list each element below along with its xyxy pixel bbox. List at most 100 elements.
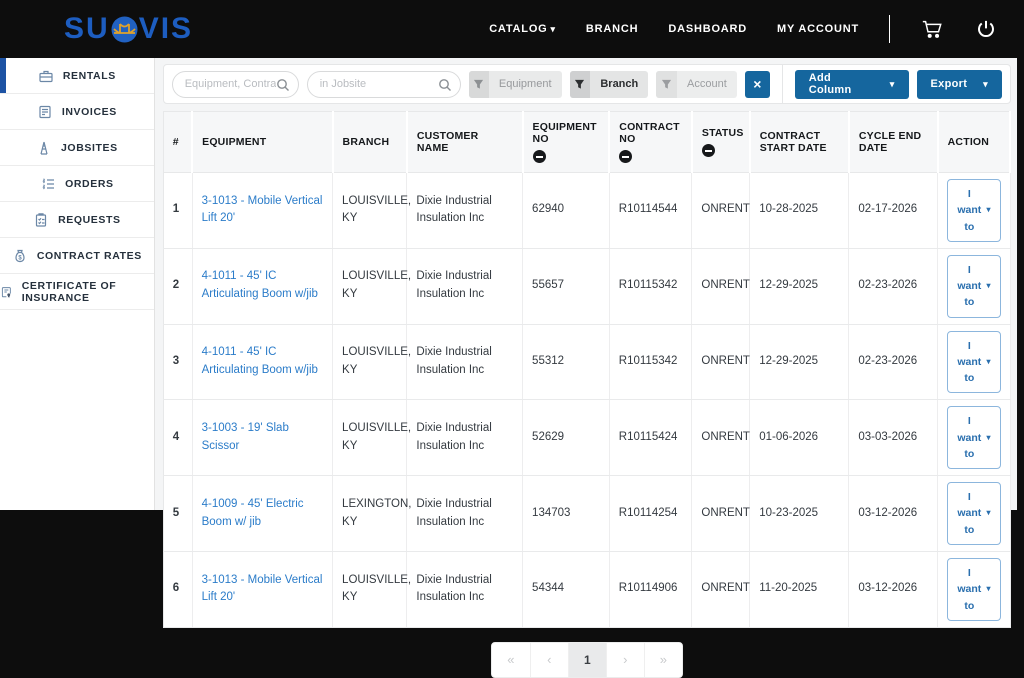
filter-chip-label: Branch bbox=[600, 78, 639, 90]
cart-icon[interactable] bbox=[920, 17, 944, 41]
nav-my-account[interactable]: MY ACCOUNT bbox=[777, 23, 859, 35]
sidebar-item-jobsites[interactable]: JOBSITES bbox=[0, 130, 154, 166]
nav-branch[interactable]: BRANCH bbox=[586, 23, 638, 35]
pagination-first-button[interactable]: « bbox=[491, 642, 530, 677]
start-date-cell: 12-29-2025 bbox=[749, 324, 850, 401]
sidebar-item-label: JOBSITES bbox=[60, 141, 118, 154]
chevron-down-icon: ▾ bbox=[889, 78, 895, 89]
filter-chip-equipment[interactable]: Equipment bbox=[468, 70, 562, 98]
i-want-to-button[interactable]: I want to ▾ bbox=[947, 406, 1001, 470]
equipment-link[interactable]: 4-1011 - 45' IC Articulating Boom w/jib bbox=[202, 346, 318, 376]
export-button[interactable]: Export ▾ bbox=[916, 69, 1002, 99]
pagination-page-1[interactable]: 1 bbox=[567, 642, 606, 677]
nav-catalog[interactable]: CATALOG ▾ bbox=[489, 23, 556, 35]
col-header-branch: BRANCH bbox=[332, 111, 408, 173]
sidebar-item-invoices[interactable]: INVOICES bbox=[0, 94, 154, 130]
power-icon[interactable] bbox=[974, 17, 998, 41]
branch-cell: LEXINGTON, KY bbox=[332, 475, 412, 552]
cycle-end-date-cell: 03-12-2026 bbox=[848, 475, 939, 552]
chevron-down-icon: ▾ bbox=[550, 24, 556, 34]
contract-no-cell: R10115342 bbox=[609, 248, 693, 325]
equipment-no-cell: 62940 bbox=[522, 172, 610, 249]
invoices-icon bbox=[39, 105, 51, 118]
sidebar-item-orders[interactable]: ORDERS bbox=[0, 166, 154, 202]
col-header-index: # bbox=[163, 111, 194, 173]
equipment-link[interactable]: 3-1013 - Mobile Vertical Lift 20' bbox=[202, 195, 323, 225]
table-row: 6 3-1013 - Mobile Vertical Lift 20' LOUI… bbox=[163, 551, 1011, 628]
toolbar-divider bbox=[781, 64, 783, 104]
certificate-icon bbox=[1, 286, 11, 298]
i-want-to-button[interactable]: I want to ▾ bbox=[947, 482, 1001, 545]
row-index: 4 bbox=[163, 399, 193, 477]
col-header-action: ACTION bbox=[937, 111, 1012, 173]
filter-chip-label: Equipment bbox=[498, 78, 552, 90]
jobsite-search bbox=[306, 70, 461, 98]
sidebar-item-certificate-of-insurance[interactable]: CERTIFICATE OF INSURANCE bbox=[0, 274, 154, 310]
customer-cell: Dixie Industrial Insulation Inc bbox=[406, 399, 524, 477]
table-row: 1 3-1013 - Mobile Vertical Lift 20' LOUI… bbox=[163, 172, 1011, 249]
sidebar-item-label: INVOICES bbox=[61, 105, 117, 118]
equipment-link[interactable]: 4-1011 - 45' IC Articulating Boom w/jib bbox=[202, 270, 318, 300]
pagination-next-button[interactable]: › bbox=[605, 642, 644, 677]
equipment-link[interactable]: 3-1003 - 19' Slab Scissor bbox=[202, 422, 289, 452]
i-want-to-button[interactable]: I want to ▾ bbox=[947, 179, 1001, 242]
filter-toolbar: Equipment Branch Account × Add Column ▾ … bbox=[162, 64, 1011, 104]
col-header-equipment: EQUIPMENT bbox=[192, 111, 334, 173]
contract-no-cell: R10114906 bbox=[609, 551, 693, 628]
pagination: « ‹ 1 › » bbox=[163, 641, 1011, 678]
chevron-down-icon: ▾ bbox=[986, 356, 991, 366]
sidebar-item-label: CONTRACT RATES bbox=[36, 249, 142, 262]
i-want-to-button[interactable]: I want to ▾ bbox=[947, 254, 1001, 318]
i-want-to-button[interactable]: I want to ▾ bbox=[947, 330, 1001, 394]
cycle-end-date-cell: 03-03-2026 bbox=[848, 399, 939, 477]
status-cell: ONRENT bbox=[691, 551, 751, 628]
column-filter-minus-icon[interactable] bbox=[532, 150, 546, 163]
funnel-icon bbox=[474, 79, 484, 89]
sidebar-item-label: CERTIFICATE OF INSURANCE bbox=[21, 279, 117, 304]
sidebar-item-contract-rates[interactable]: $ CONTRACT RATES bbox=[0, 238, 154, 274]
add-column-button[interactable]: Add Column ▾ bbox=[794, 69, 909, 99]
clear-filters-button[interactable]: × bbox=[744, 70, 770, 98]
customer-cell: Dixie Industrial Insulation Inc bbox=[406, 324, 524, 401]
branch-cell: LOUISVILLE, KY bbox=[332, 551, 411, 628]
chevron-down-icon: ▾ bbox=[986, 508, 991, 518]
column-filter-minus-icon[interactable] bbox=[619, 150, 633, 163]
nav-dashboard[interactable]: DASHBOARD bbox=[668, 23, 747, 35]
pagination-last-button[interactable]: » bbox=[643, 642, 682, 677]
contract-no-cell: R10115424 bbox=[609, 399, 693, 477]
status-cell: ONRENT bbox=[691, 475, 751, 552]
sidebar-item-label: REQUESTS bbox=[58, 213, 121, 226]
orders-icon bbox=[42, 177, 55, 189]
column-filter-minus-icon[interactable] bbox=[701, 144, 715, 157]
sidebar-item-rentals[interactable]: RENTALS bbox=[0, 58, 154, 94]
search-icon bbox=[438, 78, 451, 91]
table-row: 2 4-1011 - 45' IC Articulating Boom w/ji… bbox=[163, 248, 1011, 325]
branch-cell: LOUISVILLE, KY bbox=[332, 248, 411, 325]
filter-chip-account[interactable]: Account bbox=[656, 70, 737, 98]
status-cell: ONRENT bbox=[691, 248, 751, 325]
filter-chip-branch[interactable]: Branch bbox=[569, 70, 649, 98]
funnel-icon bbox=[662, 79, 672, 89]
sidebar-item-requests[interactable]: REQUESTS bbox=[0, 202, 154, 238]
start-date-cell: 10-23-2025 bbox=[749, 475, 850, 552]
pagination-prev-button[interactable]: ‹ bbox=[529, 642, 568, 677]
funnel-icon bbox=[575, 79, 585, 89]
top-navigation: CATALOG ▾ BRANCH DASHBOARD MY ACCOUNT bbox=[489, 15, 998, 43]
row-index: 3 bbox=[163, 324, 193, 401]
header-divider bbox=[889, 15, 890, 43]
sidebar-item-label: ORDERS bbox=[65, 177, 114, 190]
brand-logo[interactable]: SU VIS bbox=[64, 12, 193, 46]
chevron-down-icon: ▾ bbox=[986, 281, 991, 290]
chevron-down-icon: ▾ bbox=[983, 78, 988, 89]
col-header-status: STATUS bbox=[691, 111, 751, 173]
filter-chip-label: Account bbox=[687, 78, 727, 90]
branch-cell: LOUISVILLE, KY bbox=[332, 399, 411, 477]
equipment-no-cell: 55657 bbox=[522, 248, 610, 325]
equipment-link[interactable]: 4-1009 - 45' Electric Boom w/ jib bbox=[202, 498, 304, 528]
search-icon bbox=[276, 78, 289, 91]
rentals-icon bbox=[39, 70, 53, 82]
i-want-to-button[interactable]: I want to ▾ bbox=[947, 557, 1001, 621]
equipment-link[interactable]: 3-1013 - Mobile Vertical Lift 20' bbox=[202, 574, 323, 604]
table-row: 4 3-1003 - 19' Slab Scissor LOUISVILLE, … bbox=[163, 399, 1011, 477]
table-row: 3 4-1011 - 45' IC Articulating Boom w/ji… bbox=[163, 324, 1011, 401]
